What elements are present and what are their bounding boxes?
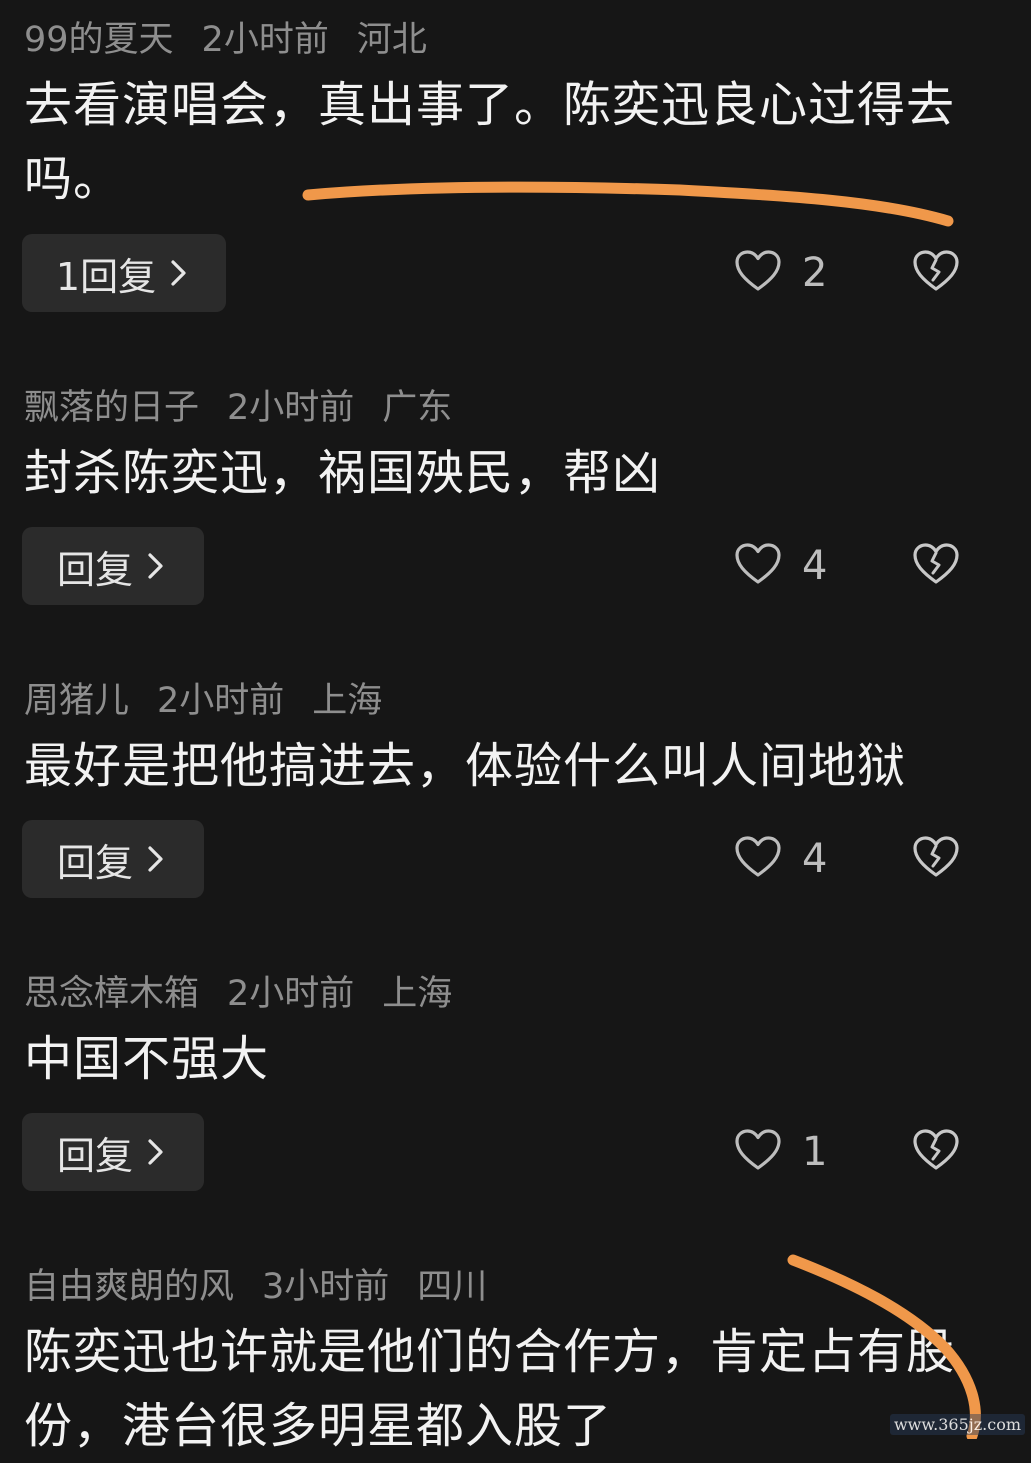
comment-location: 广东 — [382, 387, 453, 428]
comment-meta: 周猪儿 2小时前 上海 — [24, 673, 382, 721]
reply-label: 回复 — [56, 1133, 133, 1178]
broken-heart-icon — [911, 249, 961, 297]
reply-button[interactable]: 1回复 — [22, 234, 226, 312]
comment-location: 四川 — [417, 1266, 488, 1307]
comment-author[interactable]: 自由爽朗的风 — [24, 1258, 234, 1309]
broken-heart-icon — [911, 835, 961, 883]
heart-outline-icon — [734, 1128, 782, 1176]
reply-button[interactable]: 回复 — [22, 1113, 204, 1191]
reply-button[interactable]: 回复 — [22, 820, 204, 898]
comment-author[interactable]: 周猪儿 — [24, 672, 129, 723]
comment-author[interactable]: 思念樟木箱 — [24, 965, 199, 1016]
comment-time: 2小时前 — [201, 19, 329, 60]
comment-meta: 思念樟木箱 2小时前 上海 — [24, 966, 452, 1014]
comment-time: 2小时前 — [157, 680, 285, 721]
comment-meta: 99的夏天 2小时前 河北 — [24, 12, 427, 60]
watermark: www.365jz.com — [889, 1414, 1025, 1435]
dislike-button[interactable] — [910, 527, 962, 605]
chevron-right-icon — [143, 551, 169, 581]
comment-meta: 飘落的日子 2小时前 广东 — [24, 380, 452, 428]
reply-label: 回复 — [56, 547, 133, 592]
comment-text: 陈奕迅也许就是他们的合作方，肯定占有股份，港台很多明星都入股了 — [24, 1324, 956, 1454]
like-button[interactable]: 4 — [734, 820, 827, 898]
reply-button[interactable]: 回复 — [22, 527, 204, 605]
comment-text: 中国不强大 — [24, 1031, 270, 1087]
comment-text: 最好是把他搞进去，体验什么叫人间地狱 — [24, 738, 907, 794]
heart-outline-icon — [734, 835, 782, 883]
comment-text: 去看演唱会，真出事了。陈奕迅良心过得去吗。 — [24, 77, 956, 207]
like-button[interactable]: 2 — [734, 234, 827, 312]
comment-text: 封杀陈奕迅，祸国殃民，帮凶 — [24, 445, 662, 501]
like-count: 1 — [802, 1129, 828, 1175]
comment-time: 2小时前 — [227, 387, 355, 428]
like-button[interactable]: 4 — [734, 527, 827, 605]
comment-meta: 自由爽朗的风 3小时前 四川 — [24, 1259, 487, 1307]
chevron-right-icon — [143, 844, 169, 874]
like-count: 2 — [802, 250, 828, 296]
broken-heart-icon — [911, 1128, 961, 1176]
comment-author[interactable]: 飘落的日子 — [24, 379, 199, 430]
comment-time: 3小时前 — [262, 1266, 390, 1307]
chevron-right-icon — [143, 1137, 169, 1167]
heart-outline-icon — [734, 249, 782, 297]
comment-author[interactable]: 99的夏天 — [24, 11, 174, 62]
like-count: 4 — [802, 543, 828, 589]
reply-label: 回复 — [56, 840, 133, 885]
reply-label: 1回复 — [55, 254, 157, 299]
comment-location: 上海 — [382, 973, 453, 1014]
comment-feed: 99的夏天 2小时前 河北 去看演唱会，真出事了。陈奕迅良心过得去吗。 1回复 … — [0, 0, 1031, 1454]
comment-time: 2小时前 — [227, 973, 355, 1014]
like-count: 4 — [802, 836, 828, 882]
dislike-button[interactable] — [910, 820, 962, 898]
comment-location: 上海 — [312, 680, 383, 721]
heart-outline-icon — [734, 542, 782, 590]
dislike-button[interactable] — [910, 234, 962, 312]
comment-location: 河北 — [356, 19, 427, 60]
broken-heart-icon — [911, 542, 961, 590]
like-button[interactable]: 1 — [734, 1113, 827, 1191]
dislike-button[interactable] — [910, 1113, 962, 1191]
chevron-right-icon — [166, 258, 192, 288]
